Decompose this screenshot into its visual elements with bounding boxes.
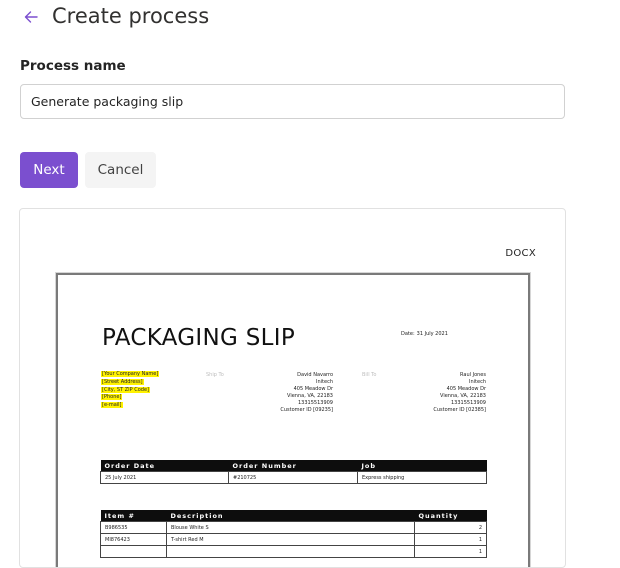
table-row: 1 xyxy=(100,545,487,558)
table-cell xyxy=(100,545,167,558)
company-name: [Your Company Name] xyxy=(101,371,160,377)
ship-to-line: 13315513909 xyxy=(298,400,333,406)
bill-to-address: Raul Jones Initech 405 Meadow Dr Vienna,… xyxy=(424,372,486,414)
arrow-left-icon[interactable] xyxy=(22,8,40,26)
table-row: 25 July 2021 #210725 Express shipping xyxy=(100,471,487,484)
table-header-cell: Job xyxy=(357,460,487,472)
ship-to-line: David Navarro xyxy=(297,372,333,378)
table-cell: #210725 xyxy=(228,471,358,484)
next-button[interactable]: Next xyxy=(20,152,78,188)
table-header-cell: Order Date xyxy=(100,460,229,472)
company-city: [City, ST ZIP Code] xyxy=(101,386,151,393)
items-table: Item # Description Quantity B986535 Blou… xyxy=(100,510,487,558)
bill-to-line: Customer ID [02385] xyxy=(433,407,486,413)
bill-to-label: Bill To xyxy=(362,372,377,378)
document-page-preview: PACKAGING SLIP Date: 31 July 2021 [Your C… xyxy=(56,273,530,567)
company-phone: [Phone] xyxy=(101,394,123,401)
table-row: B986535 Blouse White S 2 xyxy=(100,521,487,534)
table-cell: Express shipping xyxy=(357,471,487,484)
table-cell: 2 xyxy=(414,521,487,534)
process-name-input[interactable] xyxy=(20,84,565,119)
doc-title: PACKAGING SLIP xyxy=(102,325,296,351)
items-table-header: Item # Description Quantity xyxy=(100,510,487,522)
ship-to-line: 405 Meadow Dr xyxy=(293,386,333,392)
doc-date: Date: 31 July 2021 xyxy=(401,331,448,337)
table-cell: MI876423 xyxy=(100,533,167,546)
table-row: MI876423 T-shirt Red M 1 xyxy=(100,533,487,546)
document-preview-card: DOCX PACKAGING SLIP Date: 31 July 2021 [Y… xyxy=(19,208,566,568)
doc-date-value: 31 July 2021 xyxy=(416,331,448,337)
table-header-cell: Quantity xyxy=(414,510,487,522)
page-title: Create process xyxy=(52,4,210,28)
bill-to-line: 13315513909 xyxy=(451,400,486,406)
table-header-cell: Description xyxy=(166,510,415,522)
bill-to-line: Raul Jones xyxy=(460,372,486,378)
table-cell: T-shirt Red M xyxy=(166,533,415,546)
order-table-header: Order Date Order Number Job xyxy=(100,460,487,472)
ship-to-line: Initech xyxy=(316,379,333,385)
company-info: [Your Company Name] [Street Address] [Ci… xyxy=(101,371,160,410)
doc-date-label: Date: xyxy=(401,331,415,337)
ship-to-label: Ship To xyxy=(206,372,224,378)
order-table: Order Date Order Number Job 25 July 2021… xyxy=(100,460,487,484)
bill-to-line: Vienna, VA, 22183 xyxy=(440,393,486,399)
cancel-button[interactable]: Cancel xyxy=(85,152,156,188)
company-street: [Street Address] xyxy=(101,378,144,385)
bill-to-line: Initech xyxy=(469,379,486,385)
ship-to-line: Customer ID [09235] xyxy=(280,407,333,413)
table-cell: 1 xyxy=(414,533,487,546)
ship-to-address: David Navarro Initech 405 Meadow Dr Vien… xyxy=(271,372,333,414)
table-header-cell: Order Number xyxy=(228,460,358,472)
bill-to-line: 405 Meadow Dr xyxy=(446,386,486,392)
process-name-label: Process name xyxy=(20,58,126,74)
table-cell: 1 xyxy=(414,545,487,558)
table-cell: 25 July 2021 xyxy=(100,471,229,484)
table-cell: Blouse White S xyxy=(166,521,415,534)
table-header-cell: Item # xyxy=(100,510,167,522)
table-cell xyxy=(166,545,415,558)
file-type-label: DOCX xyxy=(505,248,536,259)
ship-to-line: Vienna, VA, 22183 xyxy=(287,393,333,399)
table-cell: B986535 xyxy=(100,521,167,534)
company-email: [e-mail] xyxy=(101,402,123,409)
